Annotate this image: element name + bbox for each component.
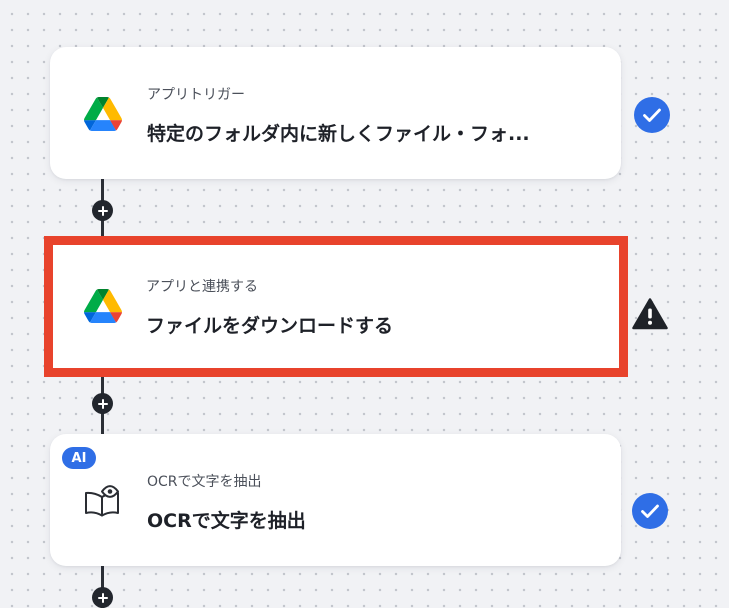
step-card-ocr[interactable]: AI OCRで文字を抽出 OCRで文字を抽出 <box>50 434 621 566</box>
warning-triangle-icon <box>632 298 668 330</box>
google-drive-icon <box>84 289 122 323</box>
add-step-button[interactable] <box>92 200 113 221</box>
add-step-button[interactable] <box>92 587 113 608</box>
step-title: ファイルをダウンロードする <box>146 315 394 337</box>
plus-icon <box>97 398 108 409</box>
step-title: 特定のフォルダ内に新しくファイル・フォ... <box>147 123 530 145</box>
step-card-app-trigger[interactable]: アプリトリガー 特定のフォルダ内に新しくファイル・フォ... <box>50 47 621 179</box>
add-step-button[interactable] <box>92 393 113 414</box>
step-title: OCRで文字を抽出 <box>147 510 306 532</box>
google-drive-icon <box>84 97 122 131</box>
book-eye-icon <box>85 485 119 517</box>
step-card-download-file[interactable]: アプリと連携する ファイルをダウンロードする <box>44 236 628 377</box>
ai-badge: AI <box>62 447 96 469</box>
plus-icon <box>97 592 108 603</box>
step-type-label: OCRで文字を抽出 <box>147 474 262 490</box>
plus-icon <box>97 205 108 216</box>
step-type-label: アプリトリガー <box>147 87 245 103</box>
step-type-label: アプリと連携する <box>146 279 258 295</box>
check-circle-icon <box>632 493 668 529</box>
check-circle-icon <box>634 97 670 133</box>
